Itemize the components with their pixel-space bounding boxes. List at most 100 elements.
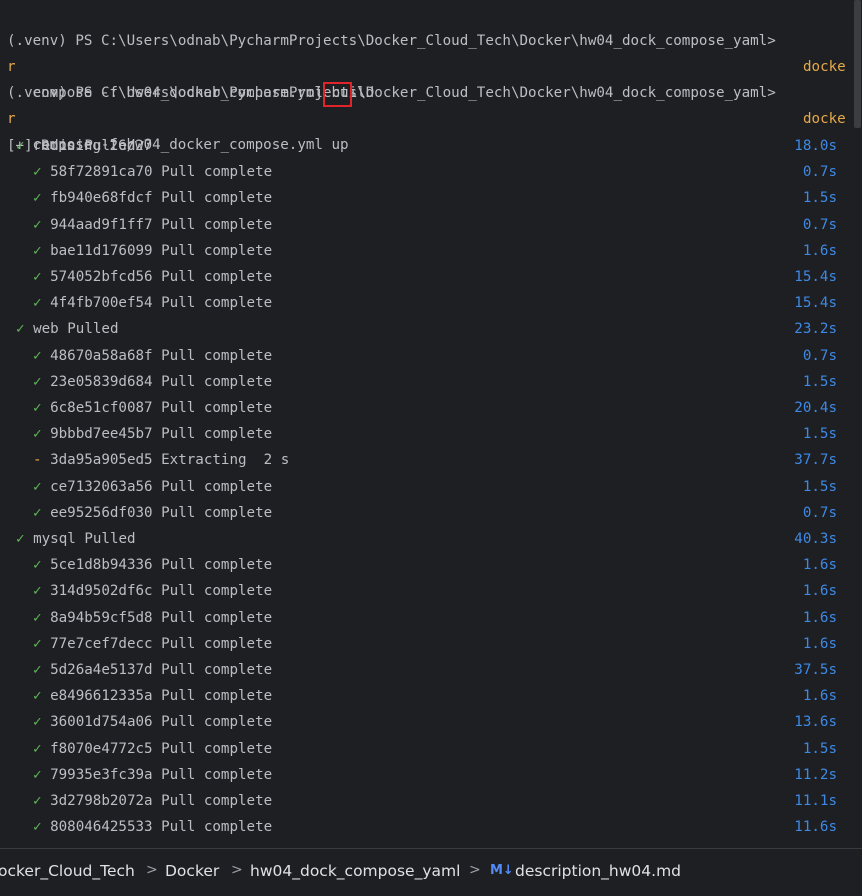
checkmark-icon: ✓ — [33, 373, 42, 390]
layer-status: 58f72891ca70 Pull complete — [50, 164, 273, 181]
scrollbar-thumb[interactable] — [854, 0, 861, 128]
layer-status: 4f4fb700ef54 Pull complete — [50, 295, 273, 312]
layer-row: ✓ e8496612335a Pull complete 1.6s — [0, 683, 845, 709]
layer-status: 77e7cef7decc Pull complete — [50, 635, 273, 652]
elapsed-time: 0.7s — [802, 504, 837, 521]
layer-label: ✓ 9bbbd7ee45b7 Pull complete — [33, 421, 272, 447]
checkmark-icon: ✓ — [33, 269, 42, 285]
command-line-up: r compose -f hw04_docker_compose.yml up — [0, 80, 845, 153]
checkmark-icon: ✓ — [16, 321, 25, 338]
layer-status: 944aad9f1ff7 Pull complete — [50, 216, 273, 233]
layer-status: 79935e3fc39a Pull complete — [50, 766, 273, 783]
service-label: ✓ mysql Pulled — [16, 526, 136, 552]
checkmark-icon: ✓ — [33, 557, 42, 574]
layer-label: ✓ 36001d754a06 Pull complete — [33, 709, 272, 735]
service-name: redis Pulled — [33, 138, 136, 154]
elapsed-time: 20.4s — [794, 400, 837, 416]
elapsed-time: 11.1s — [794, 793, 837, 809]
breadcrumb-item-docker[interactable]: Docker — [165, 862, 219, 880]
checkmark-icon: ✓ — [33, 662, 42, 678]
chevron-right-icon: > — [469, 862, 481, 878]
layer-row: ✓ 8a94b59cf5d8 Pull complete 1.6s — [0, 605, 845, 631]
layer-status: 5ce1d8b94336 Pull complete — [50, 557, 273, 574]
elapsed-time: 37.7s — [794, 452, 837, 469]
layer-status: 36001d754a06 Pull complete — [50, 714, 273, 731]
breadcrumb-item-description-hw04[interactable]: description_hw04.md — [515, 862, 681, 880]
layer-row: ✓ 4f4fb700ef54 Pull complete 15.4s — [0, 290, 845, 316]
terminal-output[interactable]: (.venv) PS C:\Users\odnab\PycharmProject… — [0, 0, 853, 848]
checkmark-icon: ✓ — [33, 504, 42, 521]
elapsed-time: 0.7s — [802, 216, 837, 233]
layer-row: ✓ ee95256df030 Pull complete 0.7s — [0, 500, 845, 526]
layer-row: ✓ 9bbbd7ee45b7 Pull complete 1.5s — [0, 421, 845, 447]
checkmark-icon: ✓ — [33, 347, 42, 364]
chevron-right-icon: > — [146, 862, 158, 878]
layer-label: ✓ 23e05839d684 Pull complete — [33, 369, 272, 395]
layer-status: bae11d176099 Pull complete — [50, 242, 273, 259]
layer-status: 9bbbd7ee45b7 Pull complete — [50, 426, 273, 443]
elapsed-time: 11.6s — [794, 819, 837, 836]
elapsed-time: 13.6s — [794, 714, 837, 731]
checkmark-icon: ✓ — [33, 688, 42, 705]
breadcrumb-item-docker-cloud-tech[interactable]: ocker_Cloud_Tech — [0, 862, 135, 880]
layer-row: ✓ f8070e4772c5 Pull complete 1.5s — [0, 736, 845, 762]
elapsed-time: 11.2s — [794, 766, 837, 783]
elapsed-time: 1.6s — [802, 688, 837, 705]
layer-label: ✓ 6c8e51cf0087 Pull complete — [33, 395, 272, 421]
checkmark-icon: ✓ — [33, 216, 42, 233]
service-name: mysql Pulled — [33, 531, 136, 547]
layer-row: ✓ 58f72891ca70 Pull complete 0.7s — [0, 159, 845, 185]
layer-row: - 3da95a905ed5 Extracting 2 s 37.7s — [0, 447, 845, 473]
markdown-file-icon: M↓ — [490, 863, 514, 878]
layer-label: ✓ 808046425533 Pull complete — [33, 814, 272, 840]
command-line-build: r compose -f hw04_docker_compose.yml bui… — [0, 28, 845, 101]
elapsed-time: 1.6s — [802, 635, 837, 652]
layer-label: ✓ 574052bfcd56 Pull complete — [33, 264, 272, 290]
checkmark-icon: ✓ — [16, 531, 25, 547]
elapsed-time: 1.5s — [802, 740, 837, 757]
layer-label: ✓ ce7132063a56 Pull complete — [33, 474, 272, 500]
layer-label: ✓ 5d26a4e5137d Pull complete — [33, 657, 272, 683]
checkmark-icon: ✓ — [33, 740, 42, 757]
layer-label: ✓ e8496612335a Pull complete — [33, 683, 272, 709]
elapsed-time: 15.4s — [794, 295, 837, 312]
layer-status: ee95256df030 Pull complete — [50, 504, 273, 521]
layer-row: ✓ 23e05839d684 Pull complete 1.5s — [0, 369, 845, 395]
checkmark-icon: ✓ — [33, 819, 42, 836]
layer-status: 48670a58a68f Pull complete — [50, 347, 273, 364]
service-row-redis: ✓ redis Pulled 18.0s — [0, 133, 845, 159]
layer-label: - 3da95a905ed5 Extracting 2 s — [33, 447, 289, 473]
layer-status: 3da95a905ed5 Extracting 2 s — [50, 452, 290, 469]
service-name: web Pulled — [33, 321, 119, 338]
layer-row: ✓ 48670a58a68f Pull complete 0.7s — [0, 343, 845, 369]
layer-status: 808046425533 Pull complete — [50, 819, 273, 836]
checkmark-icon: ✓ — [33, 426, 42, 443]
service-row-web: ✓ web Pulled 23.2s — [0, 316, 845, 342]
checkmark-icon: ✓ — [33, 793, 42, 809]
checkmark-icon: ✓ — [33, 190, 42, 207]
elapsed-time: 1.5s — [802, 373, 837, 390]
checkmark-icon: ✓ — [33, 400, 42, 416]
layer-row: ✓ 79935e3fc39a Pull complete 11.2s — [0, 762, 845, 788]
checkmark-icon: ✓ — [33, 164, 42, 181]
layer-label: ✓ 77e7cef7decc Pull complete — [33, 631, 272, 657]
layer-row: ✓ fb940e68fdcf Pull complete 1.5s — [0, 185, 845, 211]
elapsed-time: 1.6s — [802, 242, 837, 259]
layer-label: ✓ 314d9502df6c Pull complete — [33, 578, 272, 604]
layer-label: ✓ 944aad9f1ff7 Pull complete — [33, 212, 272, 238]
highlight-box — [323, 82, 352, 107]
layer-row: ✓ 314d9502df6c Pull complete 1.6s — [0, 578, 845, 604]
layer-status: 6c8e51cf0087 Pull complete — [50, 400, 273, 416]
elapsed-time: 0.7s — [802, 347, 837, 364]
layer-label: ✓ f8070e4772c5 Pull complete — [33, 736, 272, 762]
checkmark-icon: ✓ — [33, 478, 42, 495]
layer-status: 314d9502df6c Pull complete — [50, 583, 273, 600]
layer-label: ✓ 79935e3fc39a Pull complete — [33, 762, 272, 788]
checkmark-icon: ✓ — [33, 635, 42, 652]
elapsed-time: 0.7s — [802, 164, 837, 181]
checkmark-icon: ✓ — [33, 242, 42, 259]
breadcrumb-item-hw04-dock-compose-yaml[interactable]: hw04_dock_compose_yaml — [250, 862, 460, 880]
layer-status: 574052bfcd56 Pull complete — [50, 269, 273, 285]
terminal-scrollbar[interactable] — [853, 0, 862, 848]
layer-row: ✓ bae11d176099 Pull complete 1.6s — [0, 238, 845, 264]
